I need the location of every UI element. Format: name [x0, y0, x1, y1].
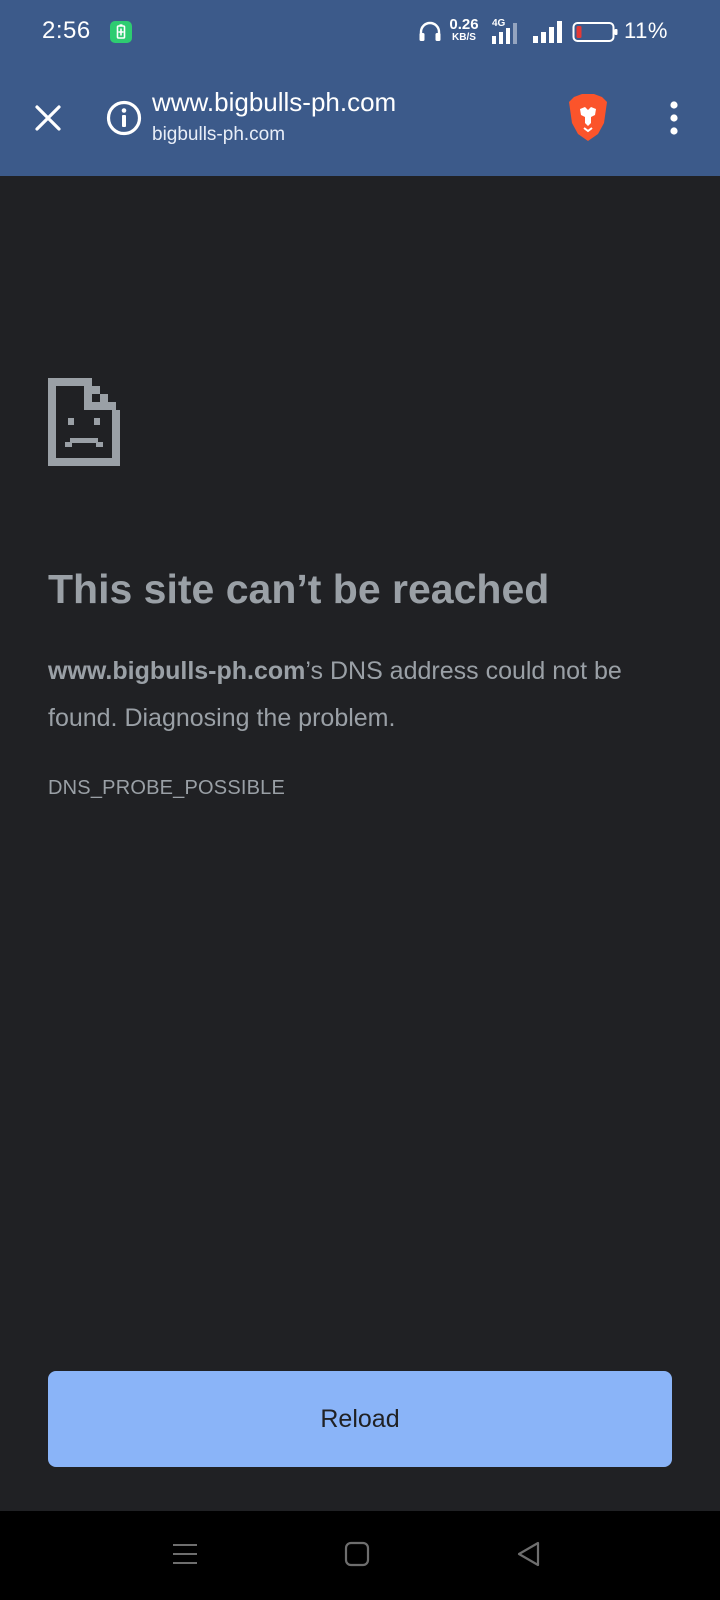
close-button[interactable] — [24, 96, 72, 144]
more-vert-icon — [668, 100, 680, 141]
nav-home-button[interactable] — [340, 1539, 374, 1573]
sad-page-icon — [48, 378, 120, 466]
battery-percent: 11% — [624, 18, 668, 43]
back-icon — [516, 1541, 542, 1572]
error-message: www.bigbulls-ph.com’s DNS address could … — [48, 648, 678, 742]
close-icon — [32, 102, 64, 139]
site-info-button[interactable] — [100, 96, 148, 144]
error-host: www.bigbulls-ph.com — [48, 657, 306, 685]
nav-recents-button[interactable] — [168, 1539, 202, 1573]
home-icon — [344, 1541, 370, 1572]
brave-shields-button[interactable] — [564, 93, 612, 148]
battery-icon — [572, 20, 620, 44]
url-title: www.bigbulls-ph.com — [152, 87, 397, 117]
url-subtitle: bigbulls-ph.com — [152, 124, 286, 145]
url-block[interactable]: www.bigbulls-ph.com bigbulls-ph.com — [152, 86, 532, 148]
battery-saver-icon — [109, 20, 133, 44]
signal-4g-icon: 4G — [490, 16, 526, 46]
nav-back-button[interactable] — [512, 1539, 546, 1573]
status-time: 2:56 — [42, 17, 91, 44]
network-speed-value: 0.26 — [449, 16, 479, 33]
network-speed: 0.26 KB/S — [446, 17, 482, 43]
recents-icon — [172, 1541, 198, 1572]
error-code: DNS_PROBE_POSSIBLE — [48, 777, 286, 799]
system-nav-bar — [0, 1511, 720, 1600]
error-heading: This site can’t be reached — [48, 566, 550, 612]
headphones-icon — [417, 20, 443, 44]
status-bar: 2:56 0.26 KB/S 4G 11% — [0, 0, 720, 64]
screen: 2:56 0.26 KB/S 4G 11% www.bigbulls-ph.co… — [0, 0, 720, 1600]
custom-tab-toolbar: www.bigbulls-ph.com bigbulls-ph.com — [0, 64, 720, 176]
signal-icon — [532, 20, 566, 44]
reload-button[interactable]: Reload — [48, 1371, 672, 1467]
brave-lion-icon — [566, 93, 610, 148]
network-speed-unit: KB/S — [452, 32, 476, 43]
info-icon — [105, 99, 143, 142]
network-type-label: 4G — [492, 18, 506, 29]
more-options-button[interactable] — [650, 96, 698, 144]
